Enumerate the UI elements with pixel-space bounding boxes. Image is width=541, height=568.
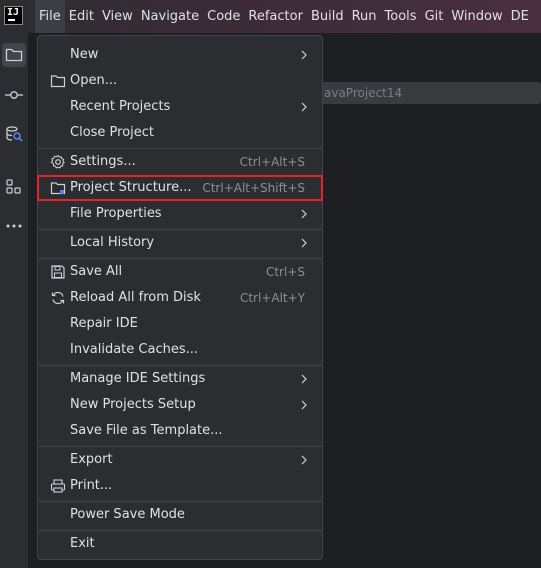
- menu-item-label: Save File as Template...: [70, 423, 223, 438]
- menu-item-label: Reload All from Disk: [70, 290, 201, 305]
- chevron-right-icon: [301, 50, 307, 60]
- app-logo[interactable]: IJ: [4, 6, 23, 25]
- menu-git[interactable]: Git: [421, 0, 448, 33]
- menu-item-label: Recent Projects: [70, 99, 171, 114]
- menu-de[interactable]: DE: [507, 0, 533, 33]
- project-name-text: avaProject14: [324, 86, 403, 100]
- menu-item-new[interactable]: New: [38, 42, 322, 68]
- menu-item-label: Save All: [70, 264, 123, 279]
- menu-item-label: Power Save Mode: [70, 507, 185, 522]
- menu-navigate[interactable]: Navigate: [137, 0, 203, 33]
- main-menubar: File Edit View Navigate Code Refactor Bu…: [35, 0, 533, 33]
- menu-item-label: Invalidate Caches...: [70, 342, 199, 357]
- menu-item-save-all[interactable]: Save All Ctrl+S: [38, 259, 322, 285]
- menu-view[interactable]: View: [98, 0, 137, 33]
- menu-item-label: Manage IDE Settings: [70, 371, 206, 386]
- menu-run[interactable]: Run: [348, 0, 381, 33]
- menu-item-export[interactable]: Export: [38, 447, 322, 473]
- menu-item-local-history[interactable]: Local History: [38, 230, 322, 256]
- menu-window[interactable]: Window: [447, 0, 506, 33]
- title-bar: IJ File Edit View Navigate Code Refactor…: [0, 0, 541, 33]
- chevron-right-icon: [301, 238, 307, 248]
- more-tools-button[interactable]: [2, 214, 26, 238]
- folder-icon: [5, 48, 23, 62]
- menu-item-label: New: [70, 47, 99, 62]
- menu-item-label: File Properties: [70, 206, 162, 221]
- menu-item-label: Local History: [70, 235, 155, 250]
- menu-item-shortcut: Ctrl+Alt+Y: [239, 291, 305, 305]
- menu-item-new-projects-setup[interactable]: New Projects Setup: [38, 392, 322, 418]
- menu-item-label: Project Structure...: [70, 180, 192, 195]
- chevron-right-icon: [301, 455, 307, 465]
- menu-item-recent-projects[interactable]: Recent Projects: [38, 94, 322, 120]
- menu-item-label: Settings...: [70, 154, 136, 169]
- menu-item-exit[interactable]: Exit: [38, 531, 322, 557]
- gear-icon: [50, 154, 65, 169]
- menu-edit[interactable]: Edit: [65, 0, 98, 33]
- structure-icon: [6, 179, 21, 194]
- chevron-right-icon: [301, 102, 307, 112]
- menu-refactor[interactable]: Refactor: [244, 0, 307, 33]
- project-structure-icon: [50, 182, 66, 195]
- menu-item-project-structure[interactable]: Project Structure... Ctrl+Alt+Shift+S: [38, 175, 322, 201]
- chevron-right-icon: [301, 400, 307, 410]
- menu-item-label: Close Project: [70, 125, 155, 140]
- reload-icon: [51, 291, 65, 305]
- menu-item-repair-ide[interactable]: Repair IDE: [38, 311, 322, 337]
- folder-icon: [50, 75, 66, 88]
- menu-item-label: Export: [70, 452, 113, 467]
- menu-item-invalidate-caches[interactable]: Invalidate Caches...: [38, 337, 322, 363]
- print-icon: [50, 479, 66, 493]
- menu-item-print[interactable]: Print...: [38, 473, 322, 499]
- menu-item-save-file-as-template[interactable]: Save File as Template...: [38, 418, 322, 444]
- menu-item-settings[interactable]: Settings... Ctrl+Alt+S: [38, 149, 322, 175]
- menu-item-label: Repair IDE: [70, 316, 138, 331]
- menu-item-power-save-mode[interactable]: Power Save Mode: [38, 502, 322, 528]
- menu-item-manage-ide-settings[interactable]: Manage IDE Settings: [38, 366, 322, 392]
- menu-file[interactable]: File: [35, 0, 65, 33]
- menu-item-file-properties[interactable]: File Properties: [38, 201, 322, 227]
- left-tool-window-bar: [0, 33, 29, 568]
- menu-code[interactable]: Code: [203, 0, 244, 33]
- menu-item-label: Print...: [70, 478, 113, 493]
- commit-icon: [5, 91, 23, 99]
- menu-item-shortcut: Ctrl+Alt+S: [239, 155, 305, 169]
- menu-item-label: Exit: [70, 536, 95, 551]
- menu-item-label: Open...: [70, 73, 118, 88]
- file-menu-popup: New Open... Recent Projects Close Projec…: [37, 35, 323, 560]
- menu-tools[interactable]: Tools: [381, 0, 421, 33]
- menu-build[interactable]: Build: [307, 0, 348, 33]
- database-search-icon: [6, 126, 23, 142]
- commit-tool-button[interactable]: [2, 83, 26, 107]
- database-tool-button[interactable]: [2, 122, 26, 146]
- structure-tool-button[interactable]: [2, 175, 26, 199]
- menu-item-reload-all[interactable]: Reload All from Disk Ctrl+Alt+Y: [38, 285, 322, 311]
- project-tool-button[interactable]: [2, 43, 26, 67]
- menu-item-close-project[interactable]: Close Project: [38, 120, 322, 146]
- save-icon: [51, 265, 65, 279]
- menu-item-shortcut: Ctrl+Alt+Shift+S: [202, 181, 305, 195]
- menu-item-open[interactable]: Open...: [38, 68, 322, 94]
- project-name-field: avaProject14: [318, 82, 541, 104]
- menu-item-shortcut: Ctrl+S: [265, 265, 305, 279]
- menu-item-label: New Projects Setup: [70, 397, 196, 412]
- chevron-right-icon: [301, 374, 307, 384]
- chevron-right-icon: [301, 209, 307, 219]
- more-icon: [6, 224, 22, 228]
